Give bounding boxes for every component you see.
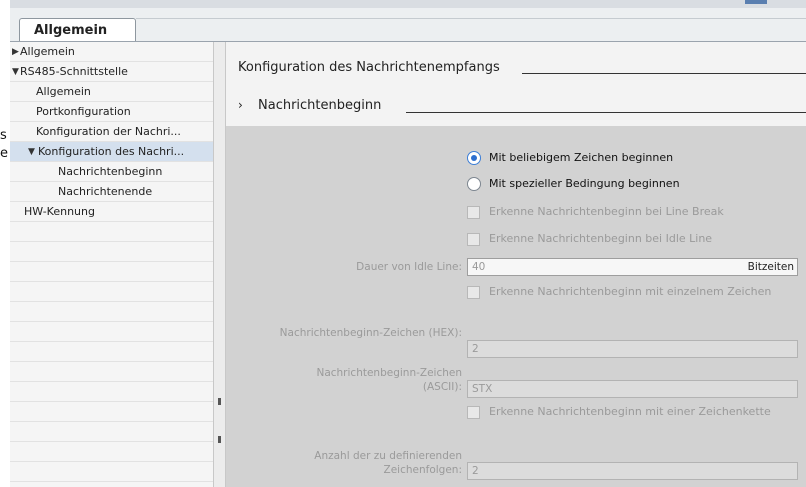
nav-item-label: Allgemein bbox=[36, 85, 91, 98]
nav-item-konfiguration-des-nachrichtenempfangs[interactable]: ▼ Konfiguration des Nachri... bbox=[10, 142, 213, 162]
settings-panel: Mit beliebigem Zeichen beginnen Mit spez… bbox=[226, 126, 806, 487]
tab-bar-line bbox=[136, 18, 806, 42]
nav-item-konfiguration-der-nachrichten[interactable]: Konfiguration der Nachri... bbox=[10, 122, 213, 142]
section-arrow-icon[interactable]: › bbox=[238, 98, 243, 112]
start-char-hex-field[interactable]: 2 bbox=[467, 340, 798, 358]
window-top-strip bbox=[10, 0, 806, 8]
subsection-divider bbox=[406, 112, 806, 113]
sequence-count-field[interactable]: 2 bbox=[467, 462, 798, 480]
tab-allgemein[interactable]: Allgemein bbox=[19, 18, 136, 41]
checkbox-line-break-label: Erkenne Nachrichtenbeginn bei Line Break bbox=[489, 205, 724, 218]
sequence-count-label: Anzahl der zu definierenden Zeichenfolge… bbox=[314, 450, 462, 476]
radio-any-character[interactable] bbox=[467, 151, 481, 165]
nav-item-label: Konfiguration des Nachri... bbox=[38, 145, 185, 158]
clipped-background-text: e bbox=[0, 146, 8, 161]
nav-item-nachrichtenbeginn[interactable]: Nachrichtenbeginn bbox=[10, 162, 213, 182]
properties-window: Allgemein ▶ Allgemein ▼ RS485-Schnittste… bbox=[10, 0, 806, 487]
nav-empty-row bbox=[10, 422, 213, 442]
nav-item-nachrichtenende[interactable]: Nachrichtenende bbox=[10, 182, 213, 202]
nav-empty-row bbox=[10, 382, 213, 402]
idle-line-duration-label: Dauer von Idle Line: bbox=[356, 261, 462, 273]
content-area: Konfiguration des Nachrichtenempfangs › … bbox=[226, 42, 806, 487]
nav-empty-row bbox=[10, 222, 213, 242]
checkbox-line-break[interactable] bbox=[467, 206, 480, 219]
checkbox-string-label: Erkenne Nachrichtenbeginn mit einer Zeic… bbox=[489, 405, 771, 418]
nav-empty-row bbox=[10, 282, 213, 302]
nav-empty-row bbox=[10, 362, 213, 382]
nav-item-hw-kennung[interactable]: HW-Kennung bbox=[10, 202, 213, 222]
checkbox-string[interactable] bbox=[467, 406, 480, 419]
nav-empty-row bbox=[10, 442, 213, 462]
section-title: Konfiguration des Nachrichtenempfangs bbox=[238, 60, 500, 75]
tab-bar: Allgemein bbox=[10, 8, 806, 42]
idle-line-duration-field[interactable]: 40 Bitzeiten bbox=[467, 258, 798, 276]
collapse-arrow-icon[interactable]: ▼ bbox=[28, 142, 35, 161]
nav-item-rs485[interactable]: ▼ RS485-Schnittstelle bbox=[10, 62, 213, 82]
checkbox-single-character[interactable] bbox=[467, 286, 480, 299]
nav-item-label: Allgemein bbox=[20, 45, 75, 58]
panel-splitter[interactable] bbox=[214, 42, 226, 487]
radio-special-condition[interactable] bbox=[467, 177, 481, 191]
nav-empty-row bbox=[10, 342, 213, 362]
nav-item-label: RS485-Schnittstelle bbox=[20, 65, 128, 78]
radio-special-condition-label: Mit spezieller Bedingung beginnen bbox=[489, 177, 680, 190]
checkbox-single-character-label: Erkenne Nachrichtenbeginn mit einzelnem … bbox=[489, 285, 772, 298]
start-char-hex-label: Nachrichtenbeginn-Zeichen (HEX): bbox=[279, 327, 462, 339]
nav-item-label: Konfiguration der Nachri... bbox=[36, 125, 181, 138]
nav-item-portkonfiguration[interactable]: Portkonfiguration bbox=[10, 102, 213, 122]
clipped-background-text: s bbox=[0, 128, 7, 143]
nav-empty-row bbox=[10, 302, 213, 322]
nav-item-label: Nachrichtenende bbox=[58, 185, 153, 198]
radio-selected-dot bbox=[471, 155, 477, 161]
nav-empty-row bbox=[10, 322, 213, 342]
toolbar-accent bbox=[745, 0, 767, 4]
nav-empty-row bbox=[10, 402, 213, 422]
start-char-ascii-label: Nachrichtenbeginn-Zeichen (ASCII): bbox=[316, 367, 462, 393]
nav-item-label: HW-Kennung bbox=[24, 205, 95, 218]
collapse-arrow-icon[interactable]: ▼ bbox=[12, 62, 19, 81]
checkbox-idle-line-label: Erkenne Nachrichtenbeginn bei Idle Line bbox=[489, 232, 713, 245]
splitter-grip-icon[interactable] bbox=[218, 398, 221, 405]
idle-line-unit: Bitzeiten bbox=[747, 261, 794, 273]
splitter-grip-icon[interactable] bbox=[218, 436, 221, 443]
nav-item-allgemein[interactable]: ▶ Allgemein bbox=[10, 42, 213, 62]
radio-any-character-label: Mit beliebigem Zeichen beginnen bbox=[489, 151, 674, 164]
nav-item-rs485-allgemein[interactable]: Allgemein bbox=[10, 82, 213, 102]
expand-arrow-icon[interactable]: ▶ bbox=[12, 42, 19, 61]
navigation-tree: ▶ Allgemein ▼ RS485-Schnittstelle Allgem… bbox=[10, 42, 214, 487]
section-divider bbox=[522, 73, 806, 74]
checkbox-idle-line[interactable] bbox=[467, 233, 480, 246]
nav-empty-row bbox=[10, 462, 213, 482]
nav-empty-row bbox=[10, 262, 213, 282]
nav-item-label: Nachrichtenbeginn bbox=[58, 165, 163, 178]
start-char-ascii-field[interactable]: STX bbox=[467, 380, 798, 398]
idle-line-duration-value: 40 bbox=[472, 261, 486, 273]
nav-item-label: Portkonfiguration bbox=[36, 105, 131, 118]
subsection-title[interactable]: Nachrichtenbeginn bbox=[258, 98, 381, 113]
nav-empty-row bbox=[10, 242, 213, 262]
